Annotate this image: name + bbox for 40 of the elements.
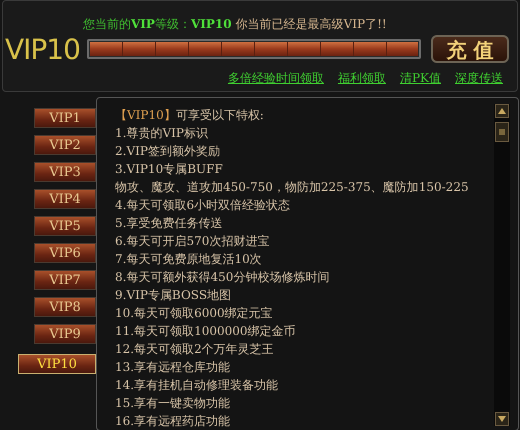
benefit-line: 4.每天可领取6小时双倍经验状态 [115,197,292,214]
benefit-line: 5.享受免费任务传送 [115,215,224,232]
status-text: 您当前的VIP等级：VIP10 [83,16,232,33]
vip-tab[interactable]: VIP4 [34,189,96,209]
scroll-up-icon[interactable] [495,104,509,118]
vip-tab[interactable]: VIP5 [34,216,96,236]
vip-tab[interactable]: VIP1 [34,108,96,128]
vip-tab[interactable]: VIP8 [34,297,96,317]
scrollbar[interactable] [494,104,510,426]
benefit-line: 13.享有远程仓库功能 [115,359,232,376]
benefit-line: 12.每天可领取2个万年灵芝王 [115,341,275,358]
vip-tab[interactable]: VIP7 [34,270,96,290]
vip-tab[interactable]: VIP9 [34,324,96,344]
vip-level: VIP10 [4,32,81,66]
benefit-line: 16.享有远程药店功能 [115,413,232,430]
vip-tab[interactable]: VIP3 [34,162,96,182]
link[interactable]: 深度传送 [455,70,503,86]
link[interactable]: 福利领取 [338,70,386,86]
scroll-thumb[interactable] [495,122,509,142]
vip-tab[interactable]: VIP6 [34,243,96,263]
benefit-line: 物攻、魔攻、道攻加450-750，物防加225-375、魔防加150-225 [115,179,470,196]
vip-tab[interactable]: VIP2 [34,135,96,155]
benefit-line: 2.VIP签到额外奖励 [115,143,221,160]
benefit-line: 8.每天可额外获得450分钟校场修炼时间 [115,269,330,286]
benefit-line: 15.享有一键卖物功能 [115,395,232,412]
benefits-title: 【VIP10】可享受以下特权: [115,107,265,124]
benefit-line: 14.享有挂机自动修理装备功能 [115,377,280,394]
benefit-line: 9.VIP专属BOSS地图 [115,287,232,304]
vip-tab[interactable]: VIP10 [18,354,96,374]
benefit-line: 11.每天可领取1000000绑定金币 [115,323,297,340]
benefit-line: 7.每天可免费原地复活10次 [115,251,263,268]
benefit-line: 1.尊贵的VIP标识 [115,125,209,142]
link[interactable]: 清PK值 [400,70,441,86]
benefit-line: 6.每天可开启570次招财进宝 [115,233,270,250]
benefit-line: 3.VIP10专属BUFF [115,161,224,178]
link[interactable]: 多倍经验时间领取 [228,70,324,86]
benefit-line: 10.每天可领取6000绑定元宝 [115,305,274,322]
recharge-button[interactable]: 充 值 [431,35,509,63]
status-note: 你当前已经是最高级VIP了!! [236,16,387,33]
scroll-down-icon[interactable] [495,412,509,426]
